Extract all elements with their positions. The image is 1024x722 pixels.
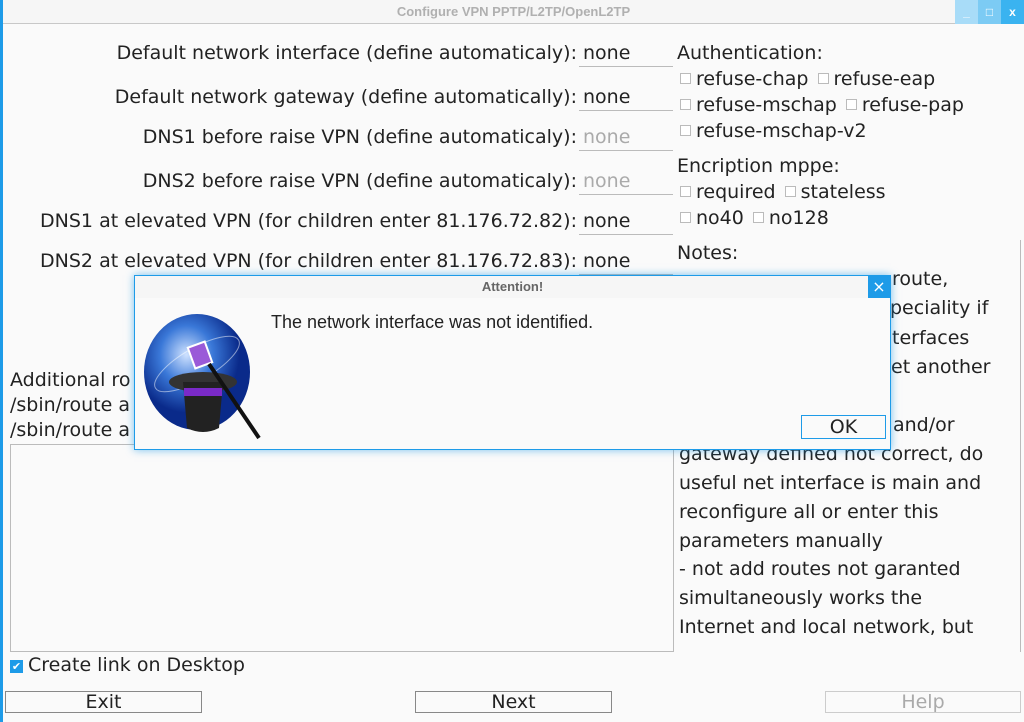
routes-label: /sbin/route a	[10, 419, 130, 441]
magic-hat-globe-icon	[144, 314, 261, 440]
routes-textarea[interactable]	[10, 444, 674, 652]
notes-line: terfaces	[892, 327, 970, 349]
checkbox-stateless[interactable]: stateless	[782, 181, 886, 203]
ok-button[interactable]: OK	[801, 415, 886, 439]
dns1-elevated-input[interactable]: none	[579, 207, 673, 235]
notes-scrollbar[interactable]	[1020, 240, 1021, 652]
notes-line: - not add routes not garanted	[679, 558, 961, 580]
title-bar[interactable]: Configure VPN PPTP/L2TP/OpenL2TP	[3, 0, 1024, 24]
notes-line: peciality if	[890, 297, 989, 319]
dns1-before-input[interactable]: none	[579, 123, 673, 151]
notes-line: reconfigure all or enter this	[679, 501, 939, 523]
dialog-close-button[interactable]: ×	[868, 276, 890, 298]
dns2-before-input[interactable]: none	[579, 167, 673, 195]
create-link-checkbox[interactable]: ✔ Create link on Desktop	[10, 654, 245, 676]
mppe-title: Encription mppe:	[677, 155, 840, 177]
notes-line: and/or	[893, 414, 955, 436]
checkbox-label: refuse-chap	[696, 68, 809, 90]
checkbox-label: refuse-pap	[861, 94, 964, 116]
field-label: Default network interface (define automa…	[116, 42, 577, 64]
checkmark-icon: ✔	[10, 660, 23, 673]
exit-button[interactable]: Exit	[5, 691, 202, 713]
checkbox-label: refuse-eap	[833, 68, 936, 90]
help-button[interactable]: Help	[825, 691, 1021, 713]
checkbox-label: refuse-mschap	[696, 94, 837, 116]
notes-title: Notes:	[677, 242, 739, 264]
auth-title: Authentication:	[677, 42, 823, 64]
routes-label: Additional ro	[10, 369, 131, 391]
minimize-button[interactable]: _	[955, 0, 978, 24]
field-label: DNS2 at elevated VPN (for children enter…	[40, 250, 577, 272]
checkbox-refuse-mschap[interactable]: refuse-mschap	[677, 94, 837, 116]
maximize-button[interactable]: □	[978, 0, 1001, 24]
notes-line: route,	[892, 268, 949, 290]
checkbox-refuse-chap[interactable]: refuse-chap	[677, 68, 808, 90]
attention-dialog: Attention! × The network interface was n…	[134, 275, 891, 450]
field-label: Default network gateway (define automati…	[114, 86, 577, 108]
checkbox-no128[interactable]: no128	[750, 207, 829, 229]
close-button[interactable]: x	[1001, 0, 1024, 24]
notes-line: useful net interface is main and	[679, 472, 982, 494]
routes-label: /sbin/route a	[10, 394, 130, 416]
notes-line: Internet and local network, but	[679, 616, 974, 638]
next-button[interactable]: Next	[415, 691, 612, 713]
dialog-title: Attention!	[135, 276, 890, 298]
checkbox-no40[interactable]: no40	[677, 207, 744, 229]
checkbox-refuse-mschap-v2[interactable]: refuse-mschap-v2	[677, 120, 867, 142]
checkbox-refuse-eap[interactable]: refuse-eap	[815, 68, 936, 90]
checkbox-label: stateless	[800, 181, 886, 203]
dns2-elevated-input[interactable]: none	[579, 247, 673, 275]
checkbox-required[interactable]: required	[677, 181, 776, 203]
field-label: DNS1 at elevated VPN (for children enter…	[40, 210, 577, 232]
notes-line: et another	[891, 356, 991, 378]
dialog-message: The network interface was not identified…	[271, 312, 594, 332]
checkbox-label: no40	[696, 207, 744, 229]
notes-line: parameters manually	[679, 530, 883, 552]
checkbox-label: required	[696, 181, 776, 203]
checkbox-label: Create link on Desktop	[28, 654, 245, 676]
notes-line: simultaneously works the	[679, 587, 923, 609]
field-label: DNS2 before raise VPN (define automatica…	[142, 170, 577, 192]
default-gateway-input[interactable]: none	[579, 83, 673, 111]
checkbox-label: refuse-mschap-v2	[696, 120, 867, 142]
window-title: Configure VPN PPTP/L2TP/OpenL2TP	[396, 4, 631, 19]
field-label: DNS1 before raise VPN (define automatica…	[142, 126, 577, 148]
checkbox-label: no128	[768, 207, 829, 229]
checkbox-refuse-pap[interactable]: refuse-pap	[843, 94, 964, 116]
default-interface-input[interactable]: none	[579, 39, 673, 67]
